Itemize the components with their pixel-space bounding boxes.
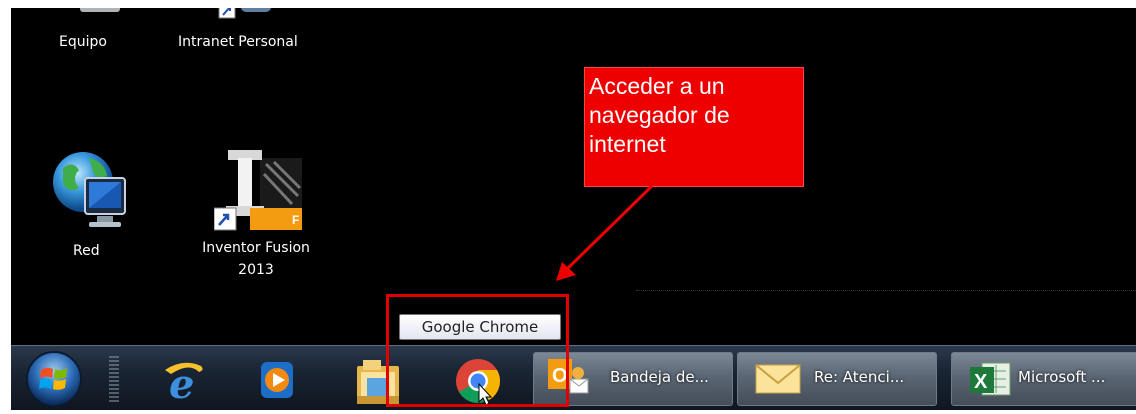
desktop-dotted-line [636,290,1136,291]
taskbar-window-mail[interactable]: Re: Atenci... [737,352,937,406]
svg-text:e: e [169,361,194,404]
taskbar-window-label: Re: Atenci... [814,368,905,386]
desktop-icon-label-inventor: Inventor Fusion 2013 [202,240,310,278]
taskbar: e O Bandeja de... Re: Atenci... X Micros… [11,345,1136,410]
windows-start-orb-icon[interactable] [23,348,85,410]
svg-text:F: F [292,213,299,227]
taskbar-window-label: Microsoft ... [1018,368,1106,386]
desktop: Equipo Intranet Personal Red F Inventor … [11,8,1136,345]
annotation-highlight-box [386,294,569,407]
inventor-icon[interactable]: F [213,150,306,232]
taskbar-window-label: Bandeja de... [610,368,709,386]
internet-explorer-icon[interactable]: e [159,356,207,408]
excel-icon: X [968,359,1012,399]
annotation-callout-text: Acceder a un navegador de internet [589,73,730,157]
intranet-icon[interactable] [217,8,277,22]
desktop-icon-label-network: Red [73,243,100,259]
desktop-icon-label-computer: Equipo [59,34,107,50]
taskbar-gripper[interactable] [109,356,119,404]
network-icon[interactable] [49,148,131,233]
svg-text:X: X [974,371,988,393]
desktop-icon-label-intranet: Intranet Personal [178,34,298,50]
media-player-icon[interactable] [259,360,295,400]
taskbar-window-excel[interactable]: X Microsoft ... [951,352,1136,406]
computer-icon[interactable] [75,8,125,18]
mail-envelope-icon [754,361,802,397]
annotation-callout: Acceder a un navegador de internet [584,67,804,187]
